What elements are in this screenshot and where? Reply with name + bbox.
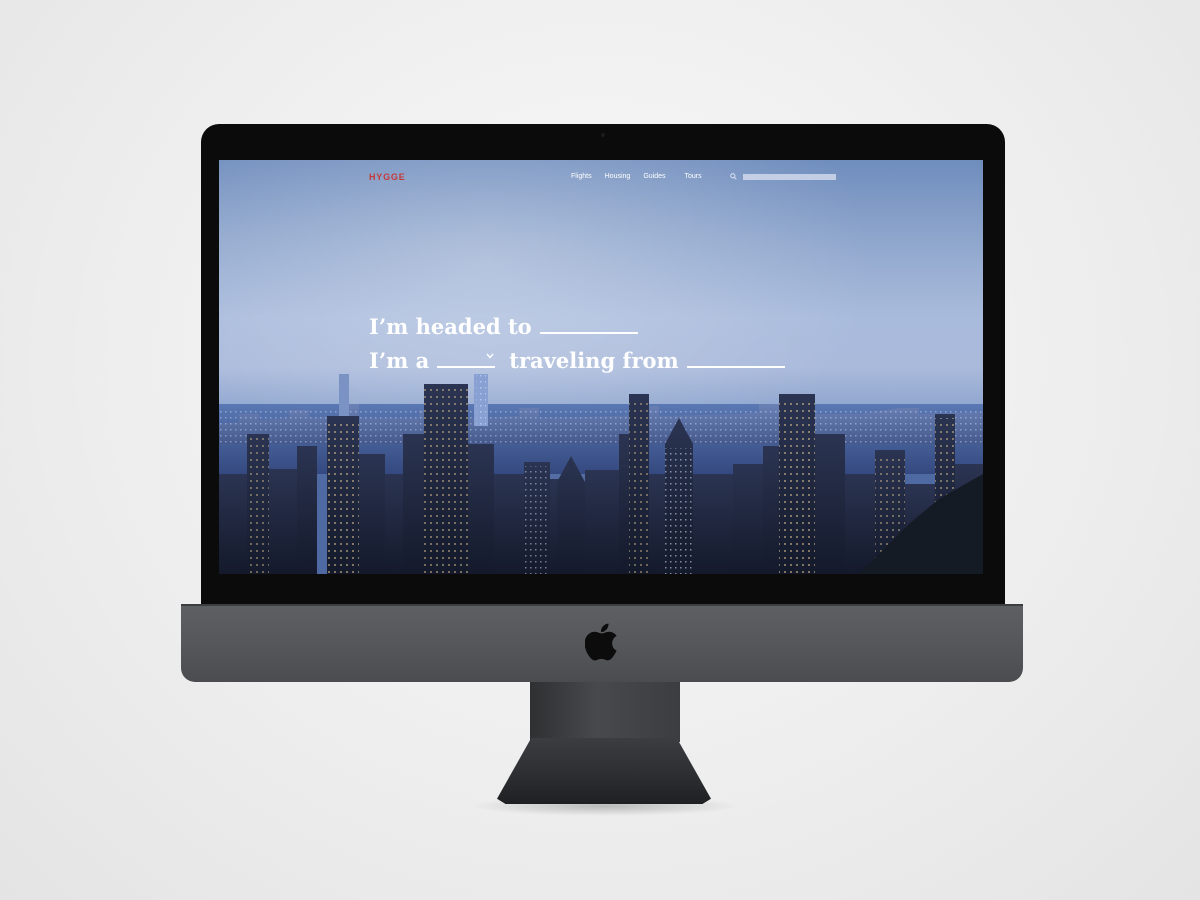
search-icon[interactable] xyxy=(730,173,737,180)
hero-text-headed: I’m headed to xyxy=(369,314,532,339)
nav-item-guides[interactable]: Guides xyxy=(643,173,665,180)
hero-line-traveler: I’m a traveling from xyxy=(369,344,785,378)
origin-input[interactable] xyxy=(686,344,785,368)
camera-dot xyxy=(601,133,605,137)
site-logo[interactable]: HYGGE xyxy=(369,172,406,182)
hero-text-traveling-from: traveling from xyxy=(509,348,679,373)
hero-line-destination: I’m headed to xyxy=(369,310,785,344)
nav-item-housing[interactable]: Housing xyxy=(605,173,631,180)
monitor-stand-base xyxy=(497,738,711,804)
nav-item-flights[interactable]: Flights xyxy=(571,173,592,180)
traveler-type-dropdown[interactable] xyxy=(437,344,496,368)
destination-input[interactable] xyxy=(539,310,638,334)
monitor-stand-neck xyxy=(530,682,680,742)
apple-logo-icon xyxy=(585,623,617,661)
hero-sentence: I’m headed to I’m a traveling from xyxy=(369,310,785,378)
hero-text-im-a: I’m a xyxy=(369,348,430,373)
chevron-down-icon xyxy=(486,353,494,359)
search-group xyxy=(730,173,836,180)
site-nav: Flights Housing Guides Tours xyxy=(571,173,702,180)
nav-item-tours[interactable]: Tours xyxy=(685,173,702,180)
search-input[interactable] xyxy=(743,173,836,180)
city-skyline-photo xyxy=(219,374,983,574)
website-screen: HYGGE Flights Housing Guides Tours I’m h… xyxy=(219,160,983,574)
